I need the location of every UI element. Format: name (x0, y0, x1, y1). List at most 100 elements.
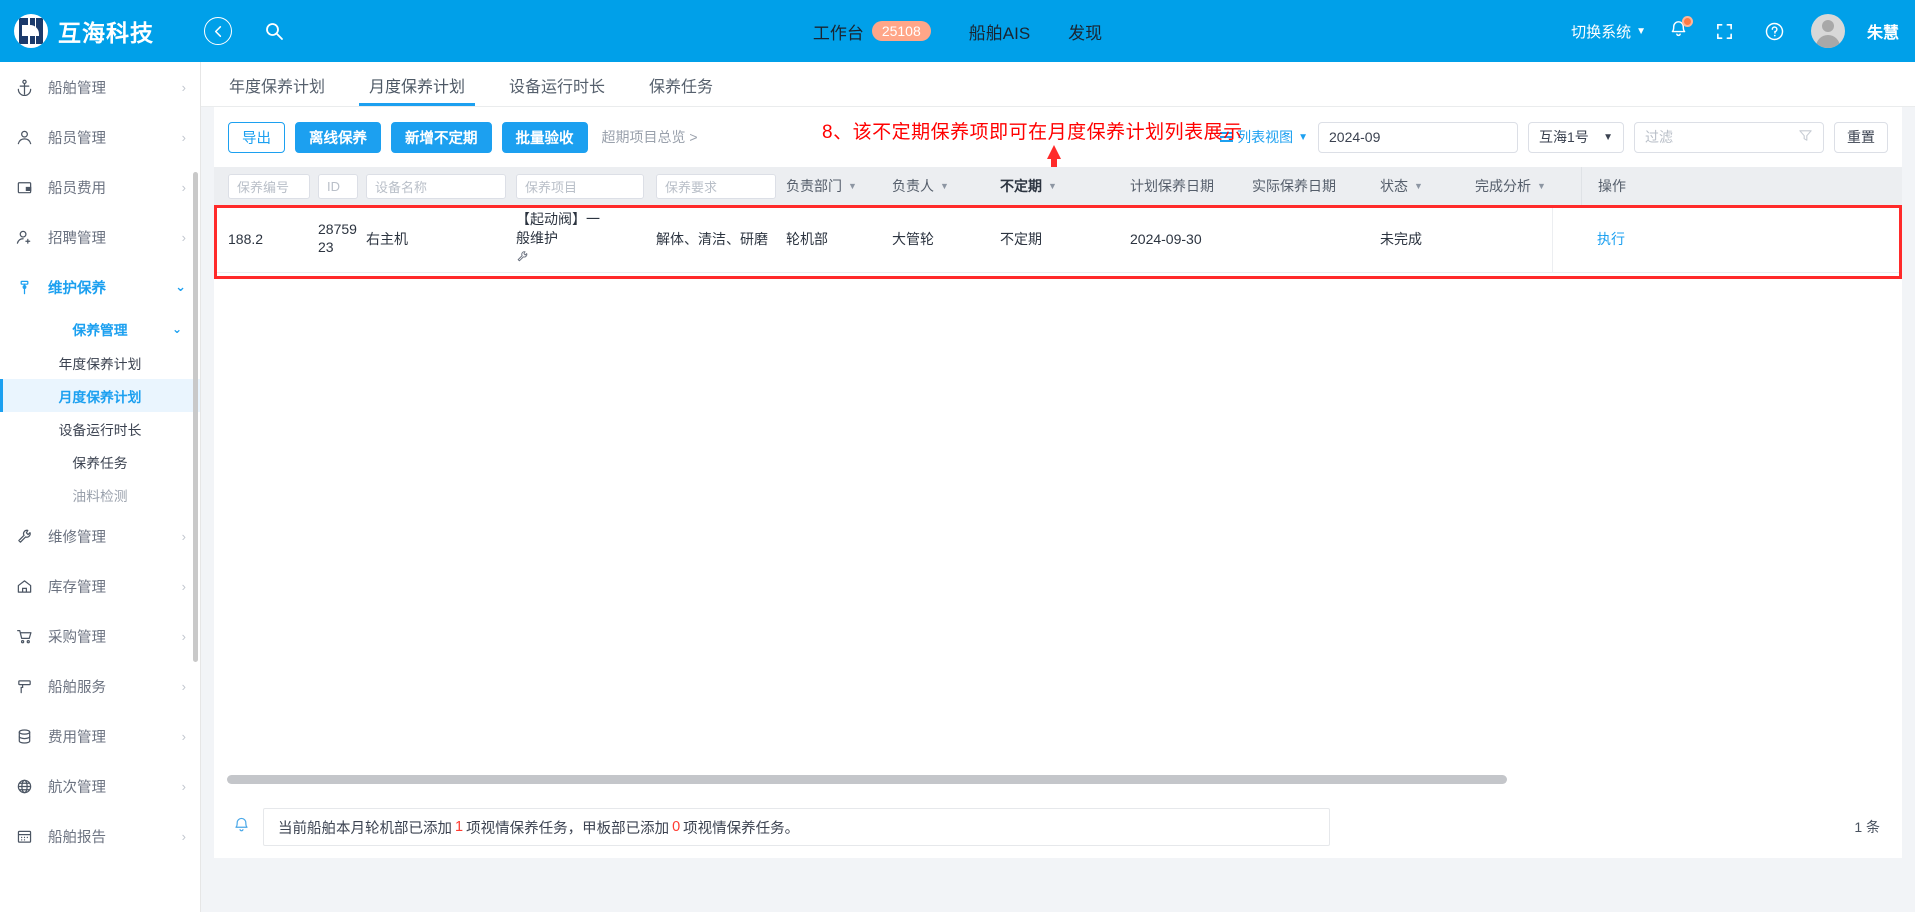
sidebar-item-ship-management[interactable]: 船舶管理 › (0, 62, 200, 112)
app-header: 互海科技 工作台 25108 船舶AIS 发现 切换系统 ▼ 朱慧 (0, 0, 1915, 62)
export-button[interactable]: 导出 (228, 121, 285, 153)
cell-action: 执行 (1581, 205, 1731, 273)
col-irregular[interactable]: 不定期 ▼ (996, 167, 1126, 205)
tab-maintenance-task[interactable]: 保养任务 (645, 73, 717, 106)
sidebar-item-ship-report[interactable]: 船舶报告 › (0, 811, 200, 861)
sidebar-item-maintenance-task[interactable]: 保养任务 (0, 445, 200, 478)
reset-button[interactable]: 重置 (1834, 121, 1888, 153)
add-irregular-button[interactable]: 新增不定期 (391, 121, 492, 153)
notice-mid: 项视情保养任务，甲板部已添加 (466, 820, 670, 837)
search-icon[interactable] (260, 17, 288, 45)
batch-accept-button[interactable]: 批量验收 (501, 121, 588, 153)
ship-select-value: 互海1号 (1539, 129, 1589, 145)
filter-item-input[interactable]: 保养项目 (516, 173, 644, 199)
notification-bell-icon[interactable] (1668, 16, 1693, 44)
sidebar: 船舶管理 › 船员管理 › 船员费用 › 招聘管理 › 维护保养 ⌄ 保养管理 … (0, 62, 201, 912)
avatar[interactable] (1810, 14, 1845, 48)
help-icon[interactable] (1761, 17, 1789, 45)
sidebar-label: 船员管理 (48, 130, 106, 147)
footer-bar: 当前船舶本月轮机部已添加 1 项视情保养任务，甲板部已添加 0 项视情保养任务。… (214, 796, 1902, 858)
filter-placeholder: 过滤 (1645, 129, 1673, 145)
fullscreen-icon[interactable] (1711, 17, 1739, 45)
horizontal-scroll-track (227, 775, 1915, 784)
chevron-right-icon: › (181, 828, 186, 844)
cart-icon (16, 628, 42, 645)
nav-discover[interactable]: 发现 (1068, 19, 1102, 44)
header-actions: 切换系统 ▼ 朱慧 (1571, 0, 1899, 62)
switch-system-label: 切换系统 (1571, 23, 1632, 41)
ship-select[interactable]: 互海1号 ▼ (1528, 121, 1624, 153)
back-arrow-icon[interactable] (204, 17, 232, 45)
row-divider (1552, 205, 1553, 272)
sidebar-item-crew-management[interactable]: 船员管理 › (0, 112, 200, 162)
sidebar-item-monthly-plan[interactable]: 月度保养计划 (0, 379, 200, 412)
filter-req-input[interactable]: 保养要求 (656, 173, 776, 199)
filter-device-input[interactable]: 设备名称 (366, 173, 506, 199)
notice-box: 当前船舶本月轮机部已添加 1 项视情保养任务，甲板部已添加 0 项视情保养任务。 (263, 808, 1330, 846)
chevron-down-icon: ▼ (1414, 181, 1423, 191)
col-analysis[interactable]: 完成分析 ▼ (1471, 167, 1581, 205)
col-dept[interactable]: 负责部门 ▼ (782, 167, 888, 205)
execute-link[interactable]: 执行 (1597, 229, 1625, 249)
sidebar-item-oil-test[interactable]: 油料检测 (0, 478, 200, 511)
filter-code-input[interactable]: 保养编号 (228, 173, 310, 199)
notice-count-engine: 1 (455, 819, 464, 835)
notice-suffix: 项视情保养任务。 (683, 820, 800, 837)
chevron-down-icon: ▼ (1603, 131, 1613, 143)
sidebar-item-recruitment[interactable]: 招聘管理 › (0, 212, 200, 262)
nav-workbench[interactable]: 工作台 25108 (813, 19, 931, 44)
chevron-right-icon: › (181, 129, 186, 145)
filter-input[interactable]: 过滤 (1634, 121, 1824, 153)
sidebar-item-ship-service[interactable]: 船舶服务 › (0, 661, 200, 711)
filter-id-input[interactable]: ID (318, 173, 358, 199)
brand-title: 互海科技 (58, 20, 154, 46)
person-add-icon (16, 229, 42, 246)
col-dept-label: 负责部门 (786, 178, 842, 194)
tab-annual-plan[interactable]: 年度保养计划 (225, 73, 329, 106)
cell-item: 【起动阀】一般维护 (512, 205, 652, 273)
cell-person: 大管轮 (892, 230, 934, 247)
nav-ship-ais[interactable]: 船舶AIS (969, 19, 1030, 44)
sidebar-group-maintenance-mgmt[interactable]: 保养管理 ⌄ (0, 312, 200, 346)
funnel-icon (1798, 128, 1813, 146)
month-input[interactable]: 2024-09 (1318, 121, 1518, 153)
cell-device: 右主机 (366, 230, 408, 247)
sidebar-label: 船舶报告 (48, 829, 106, 846)
database-icon (16, 728, 42, 745)
anchor-icon (16, 79, 42, 96)
offline-maintenance-button[interactable]: 离线保养 (295, 121, 381, 153)
sidebar-item-voyage-management[interactable]: 航次管理 › (0, 761, 200, 811)
overdue-overview-link[interactable]: 超期项目总览 > (602, 127, 698, 147)
chevron-down-icon: ▼ (940, 181, 949, 191)
sidebar-item-inventory-management[interactable]: 库存管理 › (0, 561, 200, 611)
table-row[interactable]: 188.2 2875923 右主机 【起动阀】一般维护 解体、清洁、研磨 轮机部… (214, 205, 1902, 279)
sidebar-group-label: 保养管理 (72, 323, 128, 338)
chevron-right-icon: › (181, 728, 186, 744)
sidebar-item-crew-cost[interactable]: 船员费用 › (0, 162, 200, 212)
calendar-icon (16, 828, 42, 845)
sidebar-label: 库存管理 (48, 579, 106, 596)
brand: 互海科技 (14, 14, 194, 48)
sidebar-item-cost-management[interactable]: 费用管理 › (0, 711, 200, 761)
chevron-right-icon: › (181, 229, 186, 245)
sidebar-item-purchase-management[interactable]: 采购管理 › (0, 611, 200, 661)
sidebar-item-annual-plan[interactable]: 年度保养计划 (0, 346, 200, 379)
sidebar-item-equipment-runtime[interactable]: 设备运行时长 (0, 412, 200, 445)
person-icon (16, 129, 42, 146)
sidebar-label: 航次管理 (48, 779, 106, 796)
table-header-row: 保养编号 ID 设备名称 保养项目 保养要求 负责部门 ▼ 负责人 ▼ 不定期 … (214, 167, 1902, 205)
sidebar-item-repair-management[interactable]: 维修管理 › (0, 511, 200, 561)
content-card: 导出 离线保养 新增不定期 批量验收 超期项目总览 > 列表视图 ▼ 2024-… (214, 107, 1902, 858)
tab-bar: 年度保养计划 月度保养计划 设备运行时长 保养任务 (201, 62, 1915, 107)
sidebar-scrollbar[interactable] (193, 172, 198, 662)
col-irregular-label: 不定期 (1000, 178, 1042, 194)
switch-system-button[interactable]: 切换系统 ▼ (1571, 21, 1646, 42)
horizontal-scrollbar[interactable] (227, 775, 1507, 784)
col-status[interactable]: 状态 ▼ (1376, 167, 1471, 205)
tab-equipment-runtime[interactable]: 设备运行时长 (505, 73, 609, 106)
sidebar-item-maintenance[interactable]: 维护保养 ⌄ (0, 262, 200, 312)
cell-status: 未完成 (1380, 230, 1422, 247)
chevron-right-icon: › (181, 528, 186, 544)
tab-monthly-plan[interactable]: 月度保养计划 (359, 73, 476, 106)
col-person[interactable]: 负责人 ▼ (888, 167, 996, 205)
